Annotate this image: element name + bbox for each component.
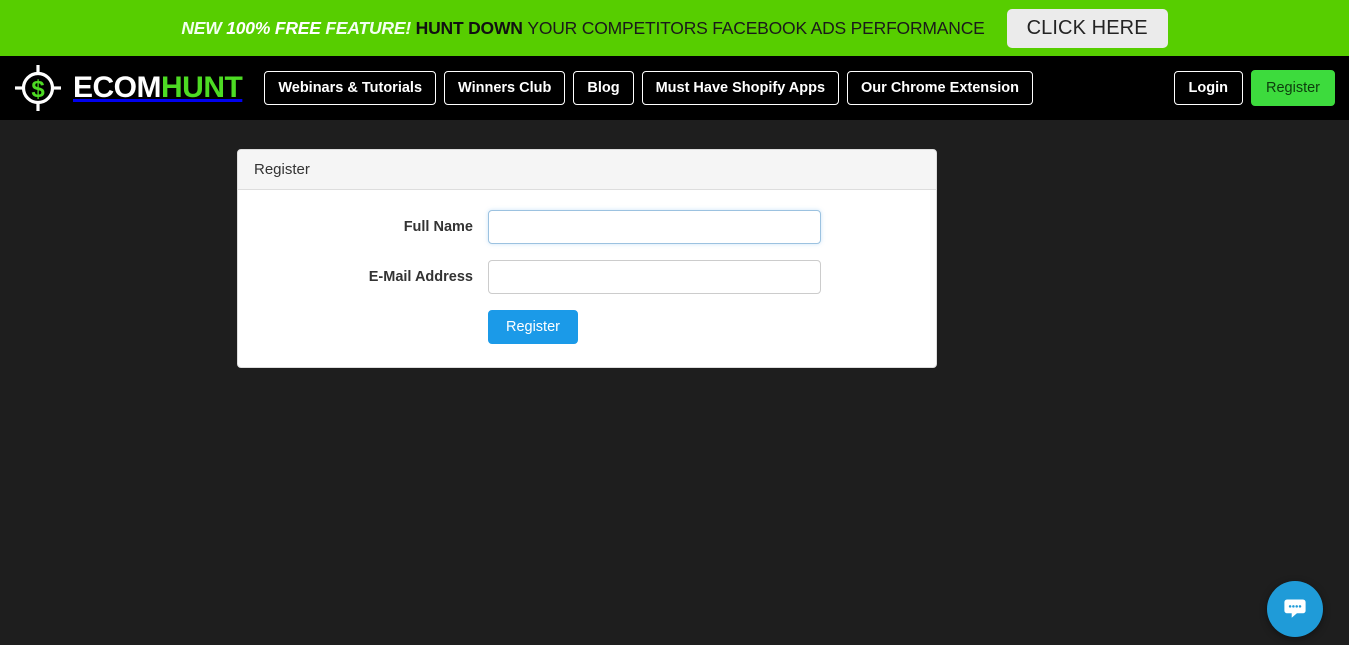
nav-must-have-shopify-apps[interactable]: Must Have Shopify Apps	[641, 71, 840, 105]
form-row-full-name: Full Name	[253, 210, 921, 244]
content-row: Register Full Name E-Mail Address Regist…	[150, 149, 1200, 368]
page-body: Register Full Name E-Mail Address Regist…	[0, 120, 1349, 645]
promo-new-label: NEW	[181, 17, 227, 38]
nav-item: Must Have Shopify Apps	[641, 71, 840, 105]
register-panel-body: Full Name E-Mail Address Register	[238, 190, 936, 367]
login-button[interactable]: Login	[1173, 71, 1243, 105]
nav-item: Blog	[573, 71, 634, 105]
promo-feature-label: FEATURE!	[325, 17, 416, 38]
register-panel-title: Register	[237, 150, 936, 190]
svg-text:$: $	[31, 76, 45, 103]
chat-launcher-button[interactable]	[1267, 581, 1323, 637]
nav-item: Our Chrome Extension	[847, 71, 1033, 105]
nav-winners-club[interactable]: Winners Club	[444, 71, 566, 105]
content-container: Register Full Name E-Mail Address Regist…	[135, 149, 1215, 368]
crosshair-dollar-icon: $	[12, 62, 64, 114]
auth-buttons: Login Register	[1173, 70, 1335, 106]
brand-word-hunt: HUNT	[161, 71, 243, 104]
nav-item: Winners Club	[444, 71, 566, 105]
promo-banner: NEW 100% FREE FEATURE! HUNT DOWN YOUR CO…	[0, 0, 1349, 56]
brand-wordmark: ECOMHUNT	[73, 71, 243, 104]
promo-percent-label: 100% FREE	[226, 17, 326, 38]
register-submit-button[interactable]: Register	[487, 310, 578, 344]
promo-hunt-label: HUNT DOWN	[415, 17, 528, 38]
promo-rest-label: YOUR COMPETITORS FACEBOOK ADS PERFORMANC…	[527, 17, 985, 38]
form-row-email: E-Mail Address	[253, 260, 921, 294]
main-nav-list: Webinars & Tutorials Winners Club Blog M…	[264, 71, 1033, 105]
nav-blog[interactable]: Blog	[573, 71, 634, 105]
site-header: $ ECOMHUNT Webinars & Tutorials Winners …	[0, 56, 1349, 120]
register-form: Full Name E-Mail Address Register	[253, 210, 921, 344]
promo-click-here-button[interactable]: CLICK HERE	[1006, 8, 1168, 48]
email-address-label: E-Mail Address	[368, 269, 473, 285]
register-button-header[interactable]: Register	[1251, 70, 1335, 106]
form-actions: Register	[253, 310, 921, 344]
chat-bubble-icon	[1280, 593, 1310, 626]
brand-logo-link[interactable]: $ ECOMHUNT	[12, 62, 243, 114]
nav-our-chrome-extension[interactable]: Our Chrome Extension	[847, 71, 1033, 105]
full-name-label: Full Name	[403, 219, 473, 235]
content-column: Register Full Name E-Mail Address Regist…	[236, 149, 937, 368]
register-panel: Register Full Name E-Mail Address Regist…	[236, 149, 937, 368]
main-nav: Webinars & Tutorials Winners Club Blog M…	[264, 71, 1033, 105]
form-actions-spacer	[253, 310, 488, 344]
email-address-input[interactable]	[487, 260, 821, 294]
brand-word-ecom: ECOM	[73, 71, 162, 104]
promo-banner-text: NEW 100% FREE FEATURE! HUNT DOWN YOUR CO…	[181, 18, 984, 39]
nav-item: Webinars & Tutorials	[264, 71, 437, 105]
nav-webinars-tutorials[interactable]: Webinars & Tutorials	[264, 71, 437, 105]
full-name-input[interactable]	[487, 210, 821, 244]
